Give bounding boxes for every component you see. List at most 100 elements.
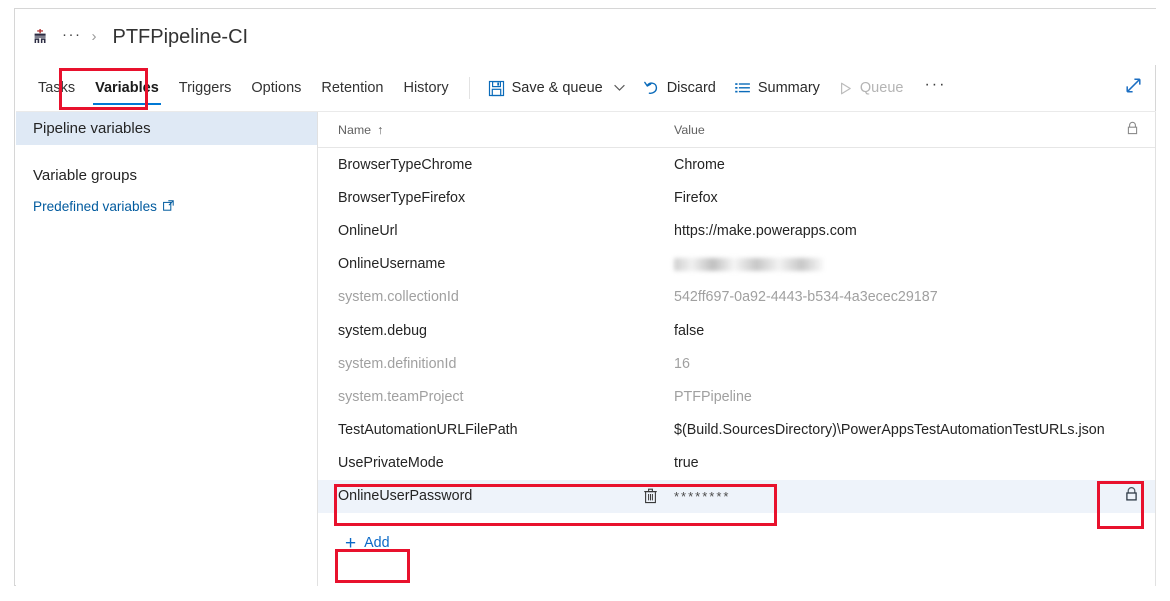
summary-label: Summary	[757, 80, 820, 96]
trash-icon[interactable]	[643, 488, 658, 504]
table-header-row: Name ↑ Value	[318, 112, 1155, 148]
toolbar-actions: Save & queue Discard Summary Queue ···	[479, 65, 959, 111]
save-and-queue-label: Save & queue	[511, 80, 603, 96]
table-row[interactable]: OnlineUrl https://make.powerapps.com	[318, 214, 1155, 247]
variable-name: system.collectionId	[338, 289, 459, 306]
variable-name: TestAutomationURLFilePath	[338, 422, 518, 439]
discard-button[interactable]: Discard	[634, 65, 725, 111]
tab-list: Tasks Variables Triggers Options Retenti…	[16, 65, 459, 111]
column-header-value-label: Value	[674, 122, 705, 137]
table-row-online-user-password[interactable]: OnlineUserPassword ********	[318, 479, 1155, 514]
variable-value: PTFPipeline	[674, 388, 752, 405]
column-header-name[interactable]: Name ↑	[338, 123, 674, 137]
sidebar-item-variable-groups[interactable]: Variable groups	[16, 159, 317, 192]
queue-label: Queue	[859, 80, 904, 96]
tab-tasks[interactable]: Tasks	[28, 65, 85, 111]
variable-name: BrowserTypeChrome	[338, 156, 473, 173]
predefined-variables-link[interactable]: Predefined variables	[16, 192, 317, 220]
table-row[interactable]: system.teamProject PTFPipeline	[318, 380, 1155, 413]
discard-label: Discard	[666, 80, 716, 96]
variable-value[interactable]: false	[674, 323, 1109, 339]
tab-label: Triggers	[178, 80, 232, 96]
variable-value: 16	[674, 355, 690, 372]
toolbar-divider	[468, 77, 470, 99]
column-header-name-label: Name	[338, 122, 372, 137]
tab-label: Retention	[321, 80, 384, 96]
summary-button[interactable]: Summary	[725, 65, 829, 111]
lock-icon	[1126, 121, 1139, 138]
azure-devops-pipeline-variables-screen: ··· › PTFPipeline-CI Tasks Variables Tri…	[0, 0, 1170, 601]
play-icon	[838, 81, 853, 96]
expand-view-button[interactable]	[1110, 65, 1156, 111]
variables-table: Name ↑ Value BrowserTypeChrome Chrome Br…	[318, 112, 1155, 560]
variable-name: BrowserTypeFirefox	[338, 189, 466, 206]
table-row[interactable]: BrowserTypeFirefox Firefox	[318, 181, 1155, 214]
tab-variables[interactable]: Variables	[85, 65, 169, 111]
tab-label: Tasks	[38, 80, 76, 96]
table-row[interactable]: BrowserTypeChrome Chrome	[318, 148, 1155, 181]
table-row[interactable]: UsePrivateMode true	[318, 447, 1155, 480]
variable-lock-toggle-locked[interactable]	[1109, 486, 1139, 506]
expand-icon	[1124, 76, 1143, 100]
add-variable-button[interactable]: + Add	[345, 526, 419, 560]
variable-name: OnlineUrl	[338, 222, 398, 239]
tab-label: Variables	[95, 80, 159, 96]
variable-value[interactable]	[674, 257, 1109, 271]
summary-icon	[734, 80, 751, 97]
sidebar-item-label: Pipeline variables	[33, 120, 151, 137]
table-row[interactable]: OnlineUsername	[318, 248, 1155, 281]
page-title: PTFPipeline-CI	[112, 25, 249, 48]
external-link-icon	[163, 199, 174, 214]
variable-value[interactable]: $(Build.SourcesDirectory)\PowerAppsTestA…	[674, 422, 1109, 438]
undo-icon	[643, 80, 660, 97]
variable-name: system.debug	[338, 322, 428, 339]
breadcrumb: ··· › PTFPipeline-CI	[16, 9, 1156, 65]
sidebar-item-label: Variable groups	[33, 167, 137, 184]
column-header-lock	[1109, 121, 1139, 138]
sidebar-item-pipeline-variables[interactable]: Pipeline variables	[16, 112, 317, 145]
table-row[interactable]: system.debug false	[318, 314, 1155, 347]
sort-ascending-icon: ↑	[377, 122, 384, 137]
variable-name: OnlineUserPassword	[338, 488, 674, 504]
variable-name: system.definitionId	[338, 355, 457, 372]
queue-button: Queue	[829, 65, 913, 111]
chevron-down-icon[interactable]	[613, 80, 625, 96]
more-commands-button[interactable]: ···	[912, 65, 958, 111]
tab-options[interactable]: Options	[241, 65, 311, 111]
build-pipeline-icon	[30, 27, 50, 47]
table-row[interactable]: system.collectionId 542ff697-0a92-4443-b…	[318, 281, 1155, 314]
table-row[interactable]: system.definitionId 16	[318, 347, 1155, 380]
variables-table-pane: Name ↑ Value BrowserTypeChrome Chrome Br…	[318, 112, 1156, 586]
command-bar: Tasks Variables Triggers Options Retenti…	[16, 65, 1156, 112]
tab-triggers[interactable]: Triggers	[169, 65, 242, 111]
variable-value[interactable]: https://make.powerapps.com	[674, 223, 1109, 239]
column-header-value[interactable]: Value	[674, 123, 1109, 137]
table-row[interactable]: TestAutomationURLFilePath $(Build.Source…	[318, 414, 1155, 447]
save-and-queue-button[interactable]: Save & queue	[479, 65, 634, 111]
tab-label: Options	[251, 80, 302, 96]
lock-closed-icon	[1124, 486, 1139, 506]
variable-name: system.teamProject	[338, 388, 464, 405]
breadcrumb-ellipsis[interactable]: ···	[62, 27, 82, 47]
variable-value[interactable]: Firefox	[674, 190, 1109, 206]
variable-value: 542ff697-0a92-4443-b534-4a3ecec29187	[674, 289, 938, 306]
content-frame: ··· › PTFPipeline-CI Tasks Variables Tri…	[14, 8, 1156, 586]
content-body: Pipeline variables Variable groups Prede…	[16, 112, 1156, 586]
masked-password-value: ********	[674, 488, 731, 504]
variable-name-label: OnlineUserPassword	[338, 488, 473, 505]
save-icon	[488, 80, 505, 97]
variable-name: UsePrivateMode	[338, 455, 444, 472]
variables-sidebar: Pipeline variables Variable groups Prede…	[16, 112, 318, 586]
breadcrumb-separator: ›	[91, 27, 97, 45]
tab-label: History	[403, 80, 449, 96]
tab-history[interactable]: History	[393, 65, 458, 111]
variable-value[interactable]: true	[674, 455, 1109, 471]
variable-value[interactable]: Chrome	[674, 157, 1109, 173]
variable-value-secret[interactable]: ********	[674, 489, 1109, 504]
redacted-value	[674, 257, 824, 271]
tab-retention[interactable]: Retention	[311, 65, 393, 111]
add-variable-label: Add	[364, 535, 390, 552]
variable-name: OnlineUsername	[338, 256, 446, 273]
plus-icon: +	[345, 532, 357, 554]
